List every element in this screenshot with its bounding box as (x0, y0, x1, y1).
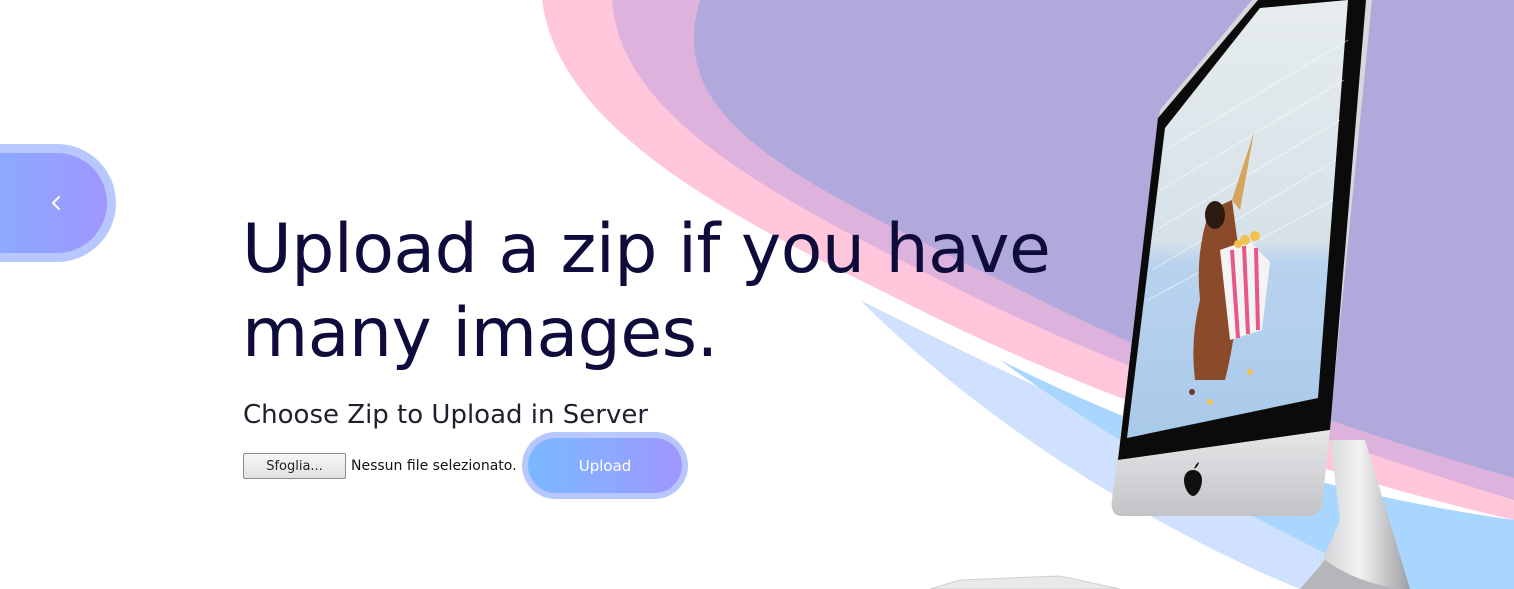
upload-button[interactable]: Upload (522, 432, 688, 499)
upload-page: Upload a zip if you have many images. Ch… (0, 0, 1514, 589)
upload-button-label: Upload (528, 438, 682, 493)
file-input[interactable]: Sfoglia... Nessun file selezionato. (243, 453, 517, 479)
browse-button[interactable]: Sfoglia... (243, 453, 346, 479)
keyboard-shape (929, 575, 1121, 589)
title-line-2: many images. (242, 294, 718, 373)
back-button[interactable] (0, 144, 116, 262)
back-button-fill (0, 153, 107, 253)
file-status-text: Nessun file selezionato. (351, 458, 517, 474)
upload-form-heading: Choose Zip to Upload in Server (243, 400, 649, 430)
page-title: Upload a zip if you have many images. (242, 208, 1062, 376)
title-line-1: Upload a zip if you have (242, 210, 1051, 289)
chevron-left-icon (52, 196, 60, 210)
